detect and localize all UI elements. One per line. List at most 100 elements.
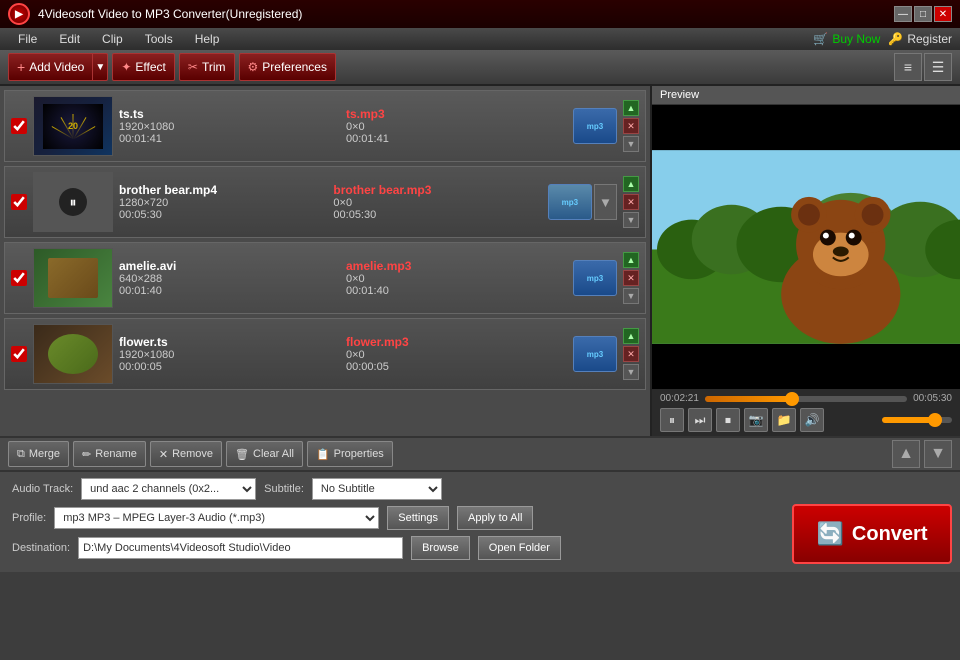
delete-4[interactable]: ✕ (623, 346, 639, 362)
file-dims-3: 640×288 (119, 273, 340, 285)
progress-thumb (785, 392, 799, 406)
delete-2[interactable]: ✕ (623, 194, 639, 210)
add-icon: + (17, 59, 25, 75)
rename-icon: ✏ (82, 448, 91, 461)
detail-view-button[interactable]: ☰ (924, 53, 952, 81)
move-up-1[interactable]: ▲ (623, 100, 639, 116)
menu-edit[interactable]: Edit (49, 30, 90, 48)
move-up-4[interactable]: ▲ (623, 328, 639, 344)
screenshot-button[interactable]: 📷 (744, 408, 768, 432)
file-info-4: flower.ts 1920×1080 00:00:05 (119, 335, 340, 373)
volume-track[interactable] (882, 417, 952, 423)
list-view-button[interactable]: ≡ (894, 53, 922, 81)
rename-button[interactable]: ✏ Rename (73, 441, 146, 467)
key-icon: 🔑 (888, 32, 903, 46)
move-up-3[interactable]: ▲ (623, 252, 639, 268)
merge-button[interactable]: ⧉ Merge (8, 441, 69, 467)
close-button[interactable]: ✕ (934, 6, 952, 22)
minimize-button[interactable]: — (894, 6, 912, 22)
file-name-2: brother bear.mp4 (119, 183, 327, 197)
file-name-1: ts.ts (119, 107, 340, 121)
output-name-2: brother bear.mp3 (333, 183, 541, 197)
thumbnail-1: 20 (33, 96, 113, 156)
add-video-dropdown[interactable]: ▼ (92, 53, 108, 81)
audio-track-select[interactable]: und aac 2 channels (0x2... (81, 478, 256, 500)
settings-button[interactable]: Settings (387, 506, 449, 530)
remove-icon: ✕ (159, 448, 168, 461)
menu-clip[interactable]: Clip (92, 30, 133, 48)
maximize-button[interactable]: □ (914, 6, 932, 22)
clear-icon: 🗑 (235, 448, 249, 461)
pause-button[interactable]: ⏸ (660, 408, 684, 432)
file-checkbox-3[interactable] (11, 270, 27, 286)
format-button-2[interactable]: mp3 (548, 184, 592, 220)
move-down-global[interactable]: ▼ (924, 440, 952, 468)
file-dims-2: 1280×720 (119, 197, 327, 209)
progress-track[interactable] (705, 396, 907, 402)
stop-button[interactable]: ⏹ (716, 408, 740, 432)
browse-button[interactable]: Browse (411, 536, 470, 560)
menu-file[interactable]: File (8, 30, 47, 48)
volume-button[interactable]: 🔊 (800, 408, 824, 432)
buy-now-link[interactable]: 🛒 Buy Now (813, 32, 880, 46)
output-dims-4: 0×0 (346, 349, 567, 361)
file-checkbox-4[interactable] (11, 346, 27, 362)
file-info-2: brother bear.mp4 1280×720 00:05:30 (119, 183, 327, 221)
volume-thumb (928, 413, 942, 427)
file-item: amelie.avi 640×288 00:01:40 amelie.mp3 0… (4, 242, 646, 314)
effect-button[interactable]: ✦ Effect (112, 53, 175, 81)
menu-tools[interactable]: Tools (135, 30, 183, 48)
file-checkbox-1[interactable] (11, 118, 27, 134)
convert-refresh-icon: 🔄 (817, 521, 844, 547)
move-up-global[interactable]: ▲ (892, 440, 920, 468)
format-button-4[interactable]: mp3 (573, 336, 617, 372)
actions-bar: ⧉ Merge ✏ Rename ✕ Remove 🗑 Clear All 📋 … (0, 436, 960, 472)
clear-all-button[interactable]: 🗑 Clear All (226, 441, 303, 467)
properties-icon: 📋 (316, 448, 330, 461)
step-forward-button[interactable]: ⏭ (688, 408, 712, 432)
file-checkbox-2[interactable] (11, 194, 27, 210)
file-duration-1: 00:01:41 (119, 133, 340, 145)
folder-button[interactable]: 📁 (772, 408, 796, 432)
output-dims-1: 0×0 (346, 121, 567, 133)
menu-bar: File Edit Clip Tools Help 🛒 Buy Now 🔑 Re… (0, 28, 960, 50)
mp3-icon-4: mp3 (587, 350, 603, 359)
menu-help[interactable]: Help (185, 30, 230, 48)
file-name-3: amelie.avi (119, 259, 340, 273)
open-folder-button[interactable]: Open Folder (478, 536, 561, 560)
time-total: 00:05:30 (913, 393, 952, 404)
apply-to-all-button[interactable]: Apply to All (457, 506, 533, 530)
output-info-4: flower.mp3 0×0 00:00:05 (346, 335, 567, 373)
profile-select[interactable]: mp3 MP3 – MPEG Layer-3 Audio (*.mp3) (54, 507, 379, 529)
move-down-2[interactable]: ▼ (623, 212, 639, 228)
trim-button[interactable]: ✂ Trim (179, 53, 235, 81)
title-bar: ▶ 4Videosoft Video to MP3 Converter(Unre… (0, 0, 960, 28)
file-dims-1: 1920×1080 (119, 121, 340, 133)
format-button-1[interactable]: mp3 (573, 108, 617, 144)
format-dropdown-2[interactable]: ▼ (594, 184, 617, 220)
subtitle-select[interactable]: No Subtitle (312, 478, 442, 500)
register-link[interactable]: 🔑 Register (888, 32, 952, 46)
file-dims-4: 1920×1080 (119, 349, 340, 361)
move-down-3[interactable]: ▼ (623, 288, 639, 304)
add-video-main-button[interactable]: + Add Video (8, 53, 92, 81)
move-up-2[interactable]: ▲ (623, 176, 639, 192)
preview-controls: 00:02:21 00:05:30 ⏸ ⏭ ⏹ 📷 📁 🔊 (652, 389, 960, 436)
cart-icon: 🛒 (813, 32, 828, 46)
main-content: 20 ts.ts 1920×1080 00:01:41 ts.mp3 0×0 0… (0, 86, 960, 436)
destination-input[interactable] (78, 537, 403, 559)
properties-button[interactable]: 📋 Properties (307, 441, 393, 467)
remove-button[interactable]: ✕ Remove (150, 441, 222, 467)
output-duration-1: 00:01:41 (346, 133, 567, 145)
format-button-3[interactable]: mp3 (573, 260, 617, 296)
app-icon: ▶ (8, 3, 30, 25)
file-item: 20 ts.ts 1920×1080 00:01:41 ts.mp3 0×0 0… (4, 90, 646, 162)
move-down-1[interactable]: ▼ (623, 136, 639, 152)
file-duration-3: 00:01:40 (119, 285, 340, 297)
delete-1[interactable]: ✕ (623, 118, 639, 134)
preferences-button[interactable]: ⚙ Preferences (239, 53, 336, 81)
destination-label: Destination: (12, 542, 70, 554)
move-down-4[interactable]: ▼ (623, 364, 639, 380)
convert-button[interactable]: 🔄 Convert (792, 504, 952, 564)
delete-3[interactable]: ✕ (623, 270, 639, 286)
